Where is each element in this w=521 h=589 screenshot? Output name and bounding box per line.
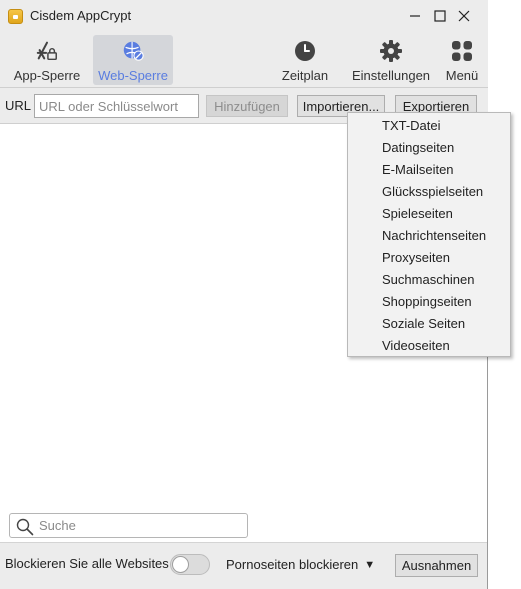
tab-einstellungen-label: Einstellungen: [351, 68, 431, 83]
maximize-icon: [434, 10, 446, 22]
title-bar: Cisdem AppCrypt: [0, 0, 488, 32]
url-input[interactable]: [34, 94, 199, 118]
gear-icon: [379, 39, 403, 63]
search-input[interactable]: [37, 516, 237, 535]
search-box[interactable]: [9, 513, 248, 538]
exceptions-button[interactable]: Ausnahmen: [395, 554, 478, 577]
app-lock-icon: [35, 39, 59, 63]
menu-item-proxy[interactable]: Proxyseiten: [348, 247, 510, 269]
menu-item-shopping[interactable]: Shoppingseiten: [348, 291, 510, 313]
app-logo-icon: [8, 9, 23, 24]
add-button[interactable]: Hinzufügen: [206, 95, 288, 117]
block-all-label: Blockieren Sie alle Websites: [5, 556, 169, 571]
menu-item-news[interactable]: Nachrichtenseiten: [348, 225, 510, 247]
tab-web-sperre[interactable]: Web-Sperre: [93, 35, 173, 85]
search-icon: [16, 518, 34, 536]
menu-item-txt-file[interactable]: TXT-Datei: [348, 115, 510, 137]
menu-item-games[interactable]: Spieleseiten: [348, 203, 510, 225]
clock-icon: [293, 39, 317, 63]
import-menu: TXT-Datei Datingseiten E-Mailseiten Glüc…: [347, 112, 511, 357]
menu-item-dating[interactable]: Datingseiten: [348, 137, 510, 159]
url-label: URL: [5, 98, 32, 113]
menu-item-email[interactable]: E-Mailseiten: [348, 159, 510, 181]
menu-item-social[interactable]: Soziale Seiten: [348, 313, 510, 335]
tab-app-sperre-label: App-Sperre: [13, 68, 81, 83]
window-title: Cisdem AppCrypt: [30, 8, 132, 23]
menu-item-video[interactable]: Videoseiten: [348, 335, 510, 357]
main-toolbar: App-Sperre Web-Sperre Zeitplan Einstellu…: [0, 32, 488, 88]
tab-einstellungen[interactable]: Einstellungen: [350, 35, 432, 85]
tab-zeitplan-label: Zeitplan: [281, 68, 329, 83]
close-icon: [458, 10, 470, 22]
tab-menu[interactable]: Menü: [440, 35, 484, 85]
porn-block-label: Pornoseiten blockieren: [226, 557, 359, 572]
maximize-button[interactable]: [429, 6, 451, 26]
menu-item-gambling[interactable]: Glücksspielseiten: [348, 181, 510, 203]
tab-web-sperre-label: Web-Sperre: [98, 68, 168, 83]
close-button[interactable]: [453, 6, 475, 26]
menu-item-search-engines[interactable]: Suchmaschinen: [348, 269, 510, 291]
toggle-knob: [172, 556, 189, 573]
minimize-button[interactable]: [404, 6, 426, 26]
block-all-toggle[interactable]: [170, 554, 210, 575]
caret-down-icon: ▼: [364, 558, 376, 571]
grid-icon: [450, 39, 474, 63]
tab-app-sperre[interactable]: App-Sperre: [8, 35, 86, 85]
porn-block-dropdown[interactable]: Pornoseiten blockieren ▼: [226, 557, 375, 572]
tab-zeitplan[interactable]: Zeitplan: [276, 35, 334, 85]
minimize-icon: [410, 15, 420, 17]
bottom-bar: Blockieren Sie alle Websites Pornoseiten…: [0, 542, 487, 589]
web-lock-icon: [121, 39, 145, 63]
tab-menu-label: Menü: [445, 68, 479, 83]
